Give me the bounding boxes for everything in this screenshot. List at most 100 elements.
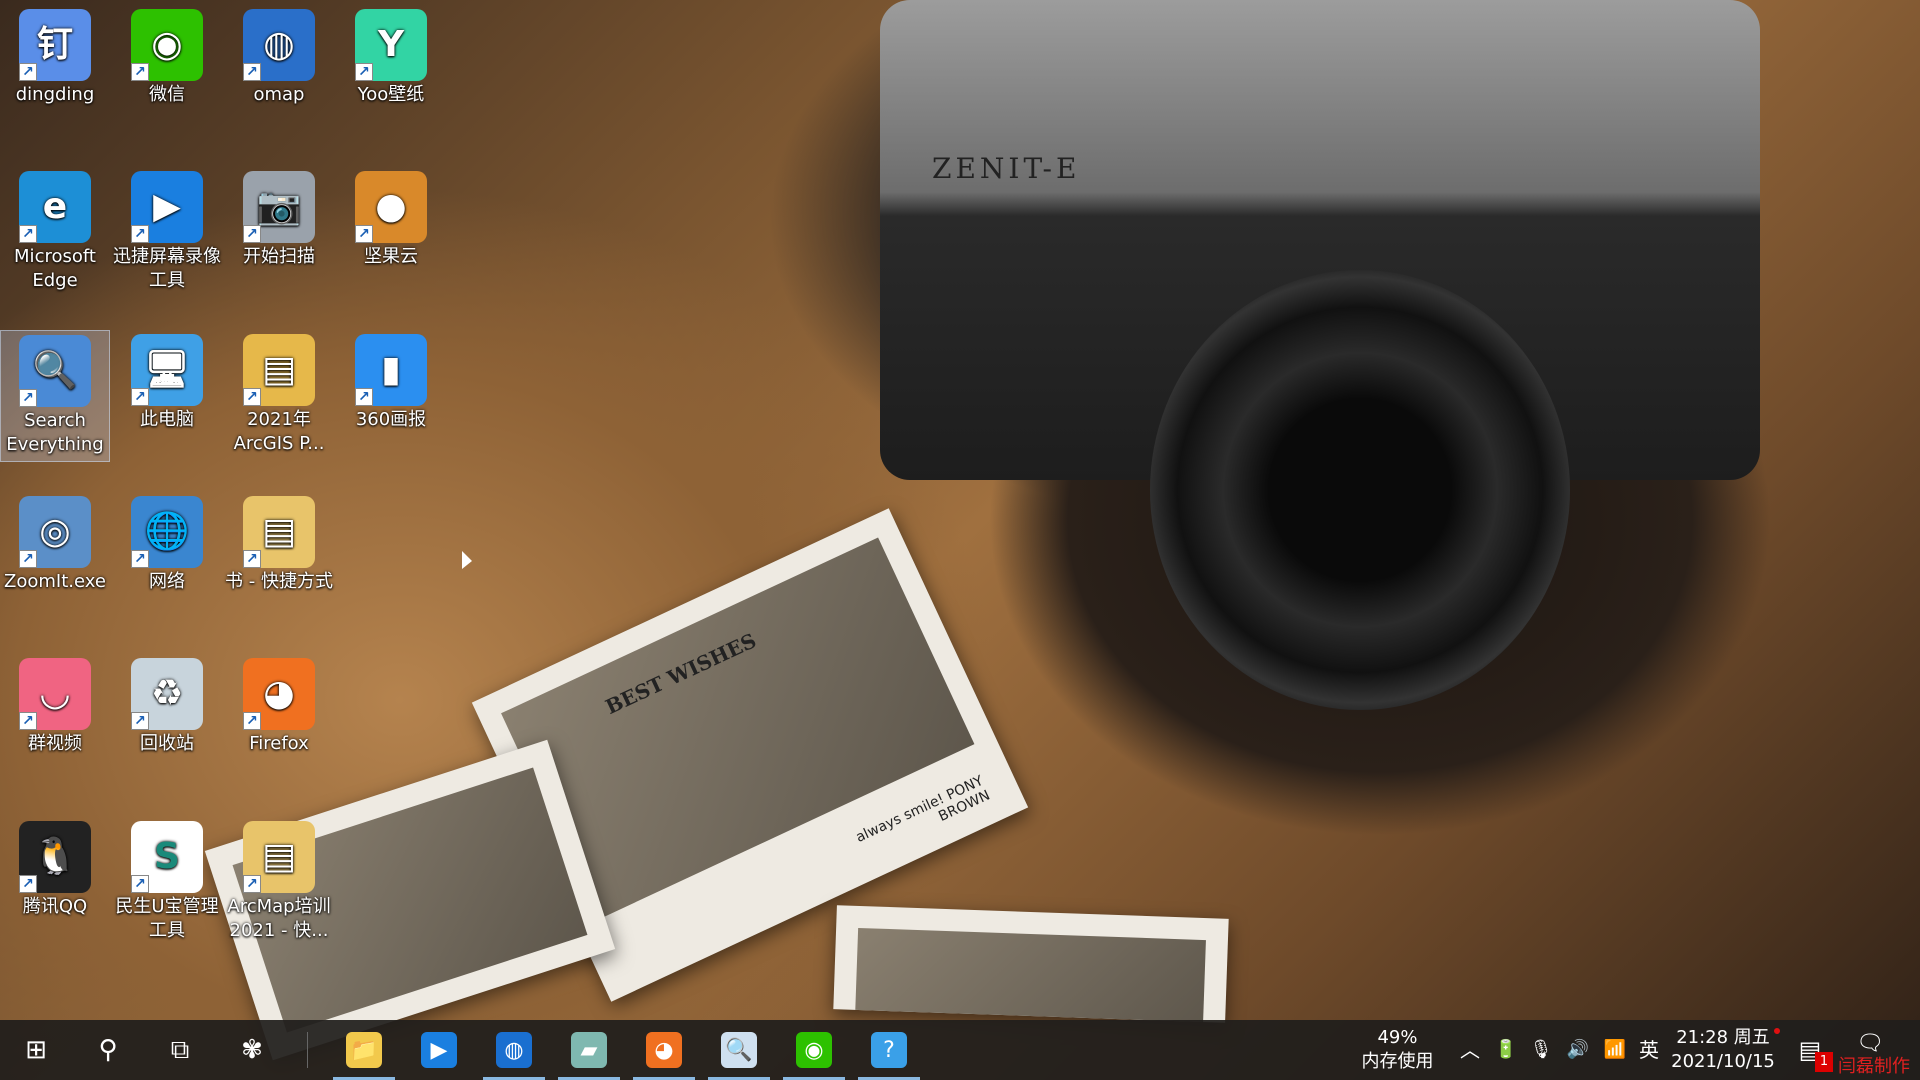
task-view-button[interactable]: ⧉ <box>150 1020 210 1080</box>
desktop-icon[interactable]: ▮ ↗ 360画报 <box>336 330 446 436</box>
shortcut-arrow-icon: ↗ <box>243 712 261 730</box>
app-launcher-button[interactable]: ✾ <box>222 1020 282 1080</box>
shortcut-arrow-icon: ↗ <box>243 388 261 406</box>
desktop-icon-label: 腾讯QQ <box>22 896 88 917</box>
taskbar-app-firefox[interactable]: ◕ <box>633 1020 695 1080</box>
desktop-icon[interactable]: 🐧 ↗ 腾讯QQ <box>0 817 110 923</box>
shortcut-arrow-icon: ↗ <box>19 712 37 730</box>
taskbar-app-file-explorer[interactable]: 📁 <box>333 1020 395 1080</box>
speaker-icon[interactable]: 🔊 <box>1562 1020 1594 1080</box>
app-icon: 钉 ↗ <box>19 9 91 81</box>
desktop-icon-label: 群视频 <box>28 733 82 754</box>
shortcut-arrow-icon: ↗ <box>355 225 373 243</box>
desktop-icon-label: 书 - 快捷方式 <box>225 571 333 592</box>
show-hidden-icons-chevron-icon[interactable]: ︿ <box>1455 1020 1485 1080</box>
action-center-icon[interactable]: 🗨 <box>1855 1014 1885 1074</box>
wechat-icon: ◉ <box>796 1032 832 1068</box>
taskbar-app-help[interactable]: ? <box>858 1020 920 1080</box>
taskbar-app-search-everything[interactable]: 🔍 <box>708 1020 770 1080</box>
desktop-icon[interactable]: ▤ ↗ ArcMap培训2021 - 快... <box>224 817 334 947</box>
desktop-icon-label: dingding <box>15 84 95 105</box>
desktop-icon[interactable]: ◉ ↗ 微信 <box>112 5 222 111</box>
app-icon: ▤ ↗ <box>243 496 315 568</box>
taskbar-app-screen-recorder[interactable]: ▶ <box>408 1020 470 1080</box>
screen-recorder-icon: ▶ <box>421 1032 457 1068</box>
desktop-icon[interactable]: ● ↗ 坚果云 <box>336 167 446 273</box>
desktop-icon-label: ZoomIt.exe <box>4 571 106 592</box>
notification-badge: 1 <box>1815 1052 1833 1072</box>
microphone-icon[interactable]: 🎙 <box>1526 1020 1556 1080</box>
desktop-icon[interactable]: ◎ ↗ ZoomIt.exe <box>0 492 110 598</box>
desktop-icon-label: omap <box>253 84 305 105</box>
shortcut-arrow-icon: ↗ <box>355 63 373 81</box>
app-icon: ◉ ↗ <box>131 9 203 81</box>
desktop-icon-label: 民生U宝管理工具 <box>115 896 219 941</box>
camera-brand: ZENIT-E <box>932 152 1081 185</box>
desktop-icon-label: Search Everything <box>6 410 104 455</box>
app-icon: ◍ ↗ <box>243 9 315 81</box>
memory-usage[interactable]: 49% 内存使用 <box>1355 1020 1440 1080</box>
shortcut-arrow-icon: ↗ <box>19 875 37 893</box>
shortcut-arrow-icon: ↗ <box>19 63 37 81</box>
desktop-icon[interactable]: ▶ ↗ 迅捷屏幕录像工具 <box>112 167 222 297</box>
shortcut-arrow-icon: ↗ <box>131 875 149 893</box>
app-icon: 🖥 ↗ <box>131 334 203 406</box>
omap-icon: ◍ <box>496 1032 532 1068</box>
app-icon: 🌐 ↗ <box>131 496 203 568</box>
shortcut-arrow-icon: ↗ <box>355 388 373 406</box>
app-icon: ● ↗ <box>355 171 427 243</box>
shortcut-arrow-icon: ↗ <box>243 63 261 81</box>
desktop-icon[interactable]: 🖥 ↗ 此电脑 <box>112 330 222 436</box>
start-button[interactable]: ⊞ <box>6 1020 66 1080</box>
desktop-icon[interactable]: 钉 ↗ dingding <box>0 5 110 111</box>
memory-percent: 49% <box>1377 1027 1418 1048</box>
app-icon: ♻ ↗ <box>131 658 203 730</box>
taskbar-app-notepad[interactable]: ▰ <box>558 1020 620 1080</box>
battery-icon[interactable]: 🔋 <box>1490 1020 1522 1080</box>
taskbar-app-omap[interactable]: ◍ <box>483 1020 545 1080</box>
shortcut-arrow-icon: ↗ <box>131 63 149 81</box>
app-icon: S ↗ <box>131 821 203 893</box>
clock[interactable]: 21:28 周五 2021/10/15 <box>1668 1020 1778 1080</box>
desktop-icon[interactable]: ▤ ↗ 书 - 快捷方式 <box>224 492 334 598</box>
desktop-icon-label: 2021年ArcGIS P... <box>233 409 325 454</box>
wifi-icon[interactable]: 📶 <box>1600 1020 1630 1080</box>
desktop-icon[interactable]: 📷 ↗ 开始扫描 <box>224 167 334 273</box>
app-icon: 📷 ↗ <box>243 171 315 243</box>
search-button[interactable]: ⚲ <box>78 1020 138 1080</box>
shortcut-arrow-icon: ↗ <box>19 225 37 243</box>
shortcut-arrow-icon: ↗ <box>243 875 261 893</box>
desktop-icon[interactable]: 🔍 ↗ Search Everything <box>0 330 110 462</box>
wallpaper-photo-3 <box>833 905 1229 1023</box>
ime-indicator[interactable]: 英 <box>1634 1020 1664 1080</box>
taskbar-app-wechat[interactable]: ◉ <box>783 1020 845 1080</box>
desktop-icon[interactable]: ▤ ↗ 2021年ArcGIS P... <box>224 330 334 460</box>
desktop-icon[interactable]: ♻ ↗ 回收站 <box>112 654 222 760</box>
clock-date: 2021/10/15 <box>1671 1051 1775 1072</box>
desktop-icon-label: ArcMap培训2021 - 快... <box>227 896 331 941</box>
desktop-icon[interactable]: e ↗ Microsoft Edge <box>0 167 110 297</box>
mouse-cursor <box>462 551 472 569</box>
desktop-icon-label: Firefox <box>249 733 309 754</box>
app-icon: ◕ ↗ <box>243 658 315 730</box>
desktop-icon[interactable]: S ↗ 民生U宝管理工具 <box>112 817 222 947</box>
wallpaper-lens <box>1150 270 1570 710</box>
desktop-icon[interactable]: ◡ ↗ 群视频 <box>0 654 110 760</box>
shortcut-arrow-icon: ↗ <box>243 550 261 568</box>
desktop-icon-label: 坚果云 <box>364 246 418 267</box>
app-icon: ▤ ↗ <box>243 334 315 406</box>
search-everything-icon: 🔍 <box>721 1032 757 1068</box>
desktop-icon[interactable]: ◍ ↗ omap <box>224 5 334 111</box>
desktop-icon[interactable]: 🌐 ↗ 网络 <box>112 492 222 598</box>
desktop-icon[interactable]: Y ↗ Yoo壁纸 <box>336 5 446 111</box>
desktop-icon-label: Yoo壁纸 <box>357 84 425 105</box>
app-icon: 🐧 ↗ <box>19 821 91 893</box>
desktop-icon-label: 360画报 <box>355 409 427 430</box>
desktop-icon-label: 微信 <box>149 84 185 105</box>
app-icon: 🔍 ↗ <box>19 335 91 407</box>
memory-label: 内存使用 <box>1361 1051 1434 1072</box>
app-icon: ▮ ↗ <box>355 334 427 406</box>
taskbar-divider <box>307 1032 308 1068</box>
shortcut-arrow-icon: ↗ <box>19 550 37 568</box>
desktop-icon[interactable]: ◕ ↗ Firefox <box>224 654 334 760</box>
